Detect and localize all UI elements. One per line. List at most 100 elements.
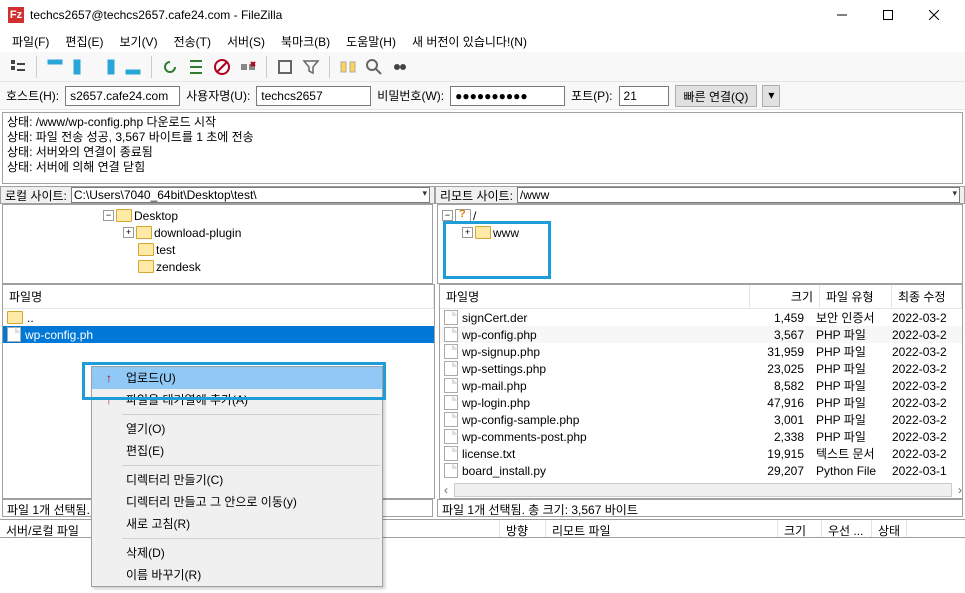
- list-item[interactable]: wp-config.ph: [3, 326, 434, 343]
- list-item[interactable]: ..: [3, 309, 434, 326]
- collapse-icon[interactable]: −: [103, 210, 114, 221]
- tree-item[interactable]: −/: [438, 207, 962, 224]
- quickconnect-button[interactable]: 빠른 연결(Q): [675, 85, 758, 107]
- col-name[interactable]: 파일명: [440, 285, 750, 308]
- remote-status: 파일 1개 선택됨. 총 크기: 3,567 바이트: [437, 499, 963, 517]
- menu-server[interactable]: 서버(S): [221, 31, 271, 52]
- list-item[interactable]: wp-comments-post.php2,338PHP 파일2022-03-2: [440, 428, 962, 445]
- folder-up-icon: [7, 311, 23, 324]
- col-direction[interactable]: 방향: [500, 520, 546, 537]
- menu-item[interactable]: 편집(E): [92, 440, 382, 462]
- toggle-queue-icon[interactable]: [121, 55, 145, 79]
- list-header: 파일명 크기 파일 유형 최종 수정: [440, 285, 962, 309]
- sync-browse-icon[interactable]: [362, 55, 386, 79]
- toggle-log-icon[interactable]: [43, 55, 67, 79]
- pass-input[interactable]: [450, 86, 565, 106]
- list-item[interactable]: signCert.der1,459보안 인증서2022-03-2: [440, 309, 962, 326]
- col-priority[interactable]: 우선 ...: [822, 520, 872, 537]
- maximize-button[interactable]: [865, 0, 911, 30]
- collapse-icon[interactable]: −: [442, 210, 453, 221]
- menu-bookmarks[interactable]: 북마크(B): [275, 31, 336, 52]
- file-icon: [444, 429, 458, 444]
- menu-item[interactable]: 디렉터리 만들기(C): [92, 469, 382, 491]
- user-input[interactable]: [256, 86, 371, 106]
- menu-item[interactable]: 이름 바꾸기(R): [92, 564, 382, 586]
- col-status[interactable]: 상태: [872, 520, 907, 537]
- list-item[interactable]: wp-login.php47,916PHP 파일2022-03-2: [440, 394, 962, 411]
- remote-site-label: 리모트 사이트:: [440, 187, 513, 204]
- refresh-icon[interactable]: [158, 55, 182, 79]
- file-icon: [7, 327, 21, 342]
- menu-item[interactable]: ↑업로드(U): [92, 367, 382, 389]
- port-input[interactable]: [619, 86, 669, 106]
- host-label: 호스트(H):: [6, 87, 59, 104]
- upload-arrow-icon: ↑: [102, 371, 116, 385]
- col-type[interactable]: 파일 유형: [820, 285, 892, 308]
- list-item[interactable]: wp-config-sample.php3,001PHP 파일2022-03-2: [440, 411, 962, 428]
- file-icon: [444, 361, 458, 376]
- minimize-button[interactable]: [819, 0, 865, 30]
- list-item[interactable]: wp-mail.php8,582PHP 파일2022-03-2: [440, 377, 962, 394]
- menu-item[interactable]: 디렉터리 만들고 그 안으로 이동(y): [92, 491, 382, 513]
- unknown-folder-icon: [455, 209, 471, 222]
- local-path-input[interactable]: C:\Users\7040_64bit\Desktop\test\▾: [71, 187, 430, 203]
- close-button[interactable]: [911, 0, 957, 30]
- port-label: 포트(P):: [571, 87, 612, 104]
- menu-transfer[interactable]: 전송(T): [168, 31, 217, 52]
- menu-newversion[interactable]: 새 버전이 있습니다!(N): [406, 31, 533, 52]
- col-date[interactable]: 최종 수정: [892, 285, 962, 308]
- reconnect-icon[interactable]: [273, 55, 297, 79]
- expand-icon[interactable]: +: [462, 227, 473, 238]
- expand-icon[interactable]: +: [123, 227, 134, 238]
- list-item[interactable]: license.txt19,915텍스트 문서2022-03-2: [440, 445, 962, 462]
- log-line: 상태: 파일 전송 성공, 3,567 바이트를 1 초에 전송: [7, 130, 958, 145]
- log-line: 상태: 서버에 의해 연결 닫힘: [7, 160, 958, 175]
- menu-view[interactable]: 보기(V): [113, 31, 163, 52]
- menu-item[interactable]: 열기(O): [92, 418, 382, 440]
- list-item[interactable]: wp-config.php3,567PHP 파일2022-03-2: [440, 326, 962, 343]
- toggle-local-tree-icon[interactable]: [69, 55, 93, 79]
- col-size[interactable]: 크기: [778, 520, 822, 537]
- sitemanager-icon[interactable]: [6, 55, 30, 79]
- list-item[interactable]: wp-settings.php23,025PHP 파일2022-03-2: [440, 360, 962, 377]
- remote-tree[interactable]: −/ +www: [437, 204, 963, 284]
- file-icon: [444, 378, 458, 393]
- search-icon[interactable]: [388, 55, 412, 79]
- local-site-label: 로컬 사이트:: [5, 187, 67, 204]
- tree-item[interactable]: −Desktop: [3, 207, 432, 224]
- cancel-icon[interactable]: [210, 55, 234, 79]
- process-queue-icon[interactable]: [184, 55, 208, 79]
- host-input[interactable]: [65, 86, 180, 106]
- menu-file[interactable]: 파일(F): [6, 31, 55, 52]
- message-log[interactable]: 상태: /www/wp-config.php 다운로드 시작 상태: 파일 전송…: [2, 112, 963, 184]
- quickconnect-dropdown[interactable]: ▾: [762, 85, 780, 107]
- menu-edit[interactable]: 편집(E): [59, 31, 109, 52]
- remote-file-list[interactable]: 파일명 크기 파일 유형 최종 수정 signCert.der1,459보안 인…: [439, 284, 963, 499]
- list-item[interactable]: wp-signup.php31,959PHP 파일2022-03-2: [440, 343, 962, 360]
- local-tree[interactable]: −Desktop +download-plugin test zendesk: [2, 204, 433, 284]
- log-line: 상태: /www/wp-config.php 다운로드 시작: [7, 115, 958, 130]
- file-icon: [444, 344, 458, 359]
- folder-icon: [475, 226, 491, 239]
- quickconnect-bar: 호스트(H): 사용자명(U): 비밀번호(W): 포트(P): 빠른 연결(Q…: [0, 82, 965, 110]
- tree-item[interactable]: +download-plugin: [3, 224, 432, 241]
- remote-path-input[interactable]: /www▾: [517, 187, 960, 203]
- tree-item[interactable]: test: [3, 241, 432, 258]
- disconnect-icon[interactable]: [236, 55, 260, 79]
- tree-item[interactable]: zendesk: [3, 258, 432, 275]
- tree-item[interactable]: +www: [438, 224, 962, 241]
- compare-icon[interactable]: [336, 55, 360, 79]
- context-menu: ↑업로드(U)↑파일을 대기열에 추가(A) 열기(O)편집(E) 디렉터리 만들기…: [91, 366, 383, 587]
- col-size[interactable]: 크기: [750, 285, 820, 308]
- filter-icon[interactable]: [299, 55, 323, 79]
- menu-help[interactable]: 도움말(H): [340, 31, 402, 52]
- horizontal-scrollbar[interactable]: ‹›: [440, 481, 962, 498]
- col-remotefile[interactable]: 리모트 파일: [546, 520, 778, 537]
- col-name[interactable]: 파일명: [3, 285, 434, 308]
- file-icon: [444, 446, 458, 461]
- menu-item[interactable]: ↑파일을 대기열에 추가(A): [92, 389, 382, 411]
- toggle-remote-tree-icon[interactable]: [95, 55, 119, 79]
- menu-item[interactable]: 삭제(D): [92, 542, 382, 564]
- list-item[interactable]: board_install.py29,207Python File2022-03…: [440, 462, 962, 479]
- menu-item[interactable]: 새로 고침(R): [92, 513, 382, 535]
